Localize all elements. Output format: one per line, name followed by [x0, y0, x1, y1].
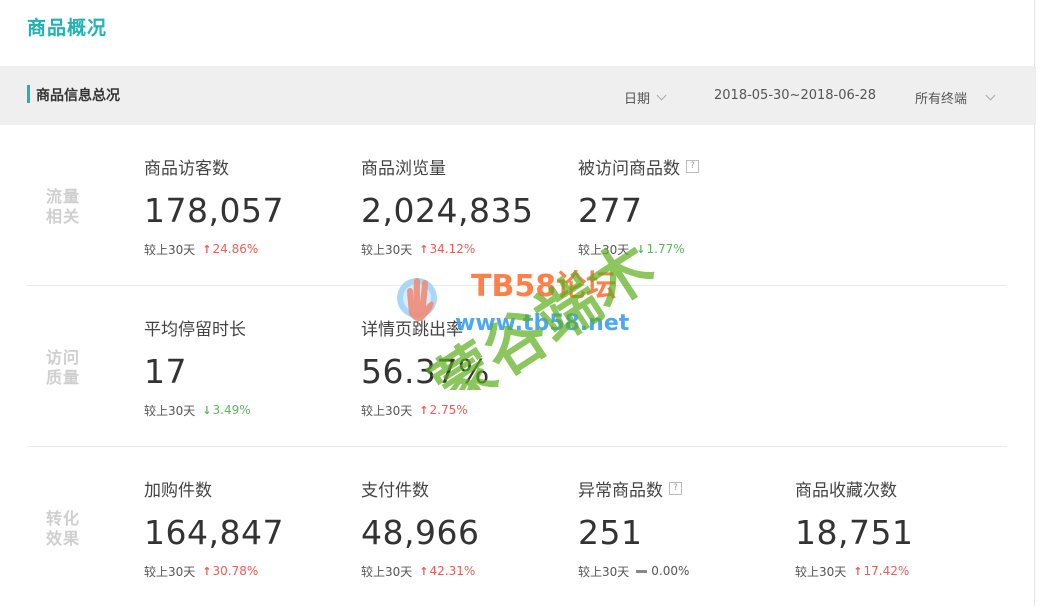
metric-abnormal-products: 异常商品数? 251 较上30天 0.00% — [578, 480, 690, 579]
row-conversion: 转化 效果 加购件数 164,847 较上30天 ↑ 30.78% 支付件数 4… — [0, 447, 1036, 607]
flat-dash-icon — [636, 569, 648, 573]
metric-bounce-rate: 详情页跳出率 56.37% 较上30天 ↑ 2.75% — [361, 319, 490, 418]
metric-pageviews: 商品浏览量 2,024,835 较上30天 ↑ 34.12% — [361, 158, 534, 257]
row-label-traffic: 流量 相关 — [46, 187, 81, 226]
date-filter-label: 日期 — [624, 92, 651, 107]
arrow-down-icon: ↓ — [202, 403, 212, 417]
arrow-up-icon: ↑ — [419, 403, 429, 417]
row-traffic: 流量 相关 商品访客数 178,057 较上30天 ↑ 24.86% 商品浏览量… — [0, 125, 1036, 285]
help-icon[interactable]: ? — [669, 481, 682, 495]
terminal-dropdown[interactable]: 所有终端 — [915, 88, 996, 107]
terminal-label: 所有终端 — [915, 92, 968, 107]
chevron-down-icon — [656, 90, 667, 101]
arrow-up-icon: ↑ — [853, 564, 863, 578]
section-title: 商品信息总况 — [36, 88, 120, 104]
arrow-down-icon: ↓ — [636, 242, 646, 256]
metric-add-to-cart: 加购件数 164,847 较上30天 ↑ 30.78% — [144, 480, 284, 579]
arrow-up-icon: ↑ — [419, 564, 429, 578]
metric-avg-stay: 平均停留时长 17 较上30天 ↓ 3.49% — [144, 319, 251, 418]
date-range-text: 2018-05-30~2018-06-28 — [714, 88, 876, 103]
row-label-conversion: 转化 效果 — [46, 509, 81, 548]
metric-paid-items: 支付件数 48,966 较上30天 ↑ 42.31% — [361, 480, 480, 579]
arrow-up-icon: ↑ — [202, 242, 212, 256]
page-title: 商品概况 — [27, 17, 108, 39]
chevron-down-icon — [985, 90, 996, 101]
date-filter-dropdown[interactable]: 日期 — [624, 88, 667, 107]
row-quality: 访问 质量 平均停留时长 17 较上30天 ↓ 3.49% 详情页跳出率 56.… — [0, 286, 1036, 446]
row-label-quality: 访问 质量 — [46, 348, 81, 387]
metric-favorites: 商品收藏次数 18,751 较上30天 ↑ 17.42% — [795, 480, 914, 579]
metric-visited-products: 被访问商品数? 277 较上30天 ↓ 1.77% — [578, 155, 778, 257]
metric-visitors: 商品访客数 178,057 较上30天 ↑ 24.86% — [144, 158, 284, 257]
section-accent-bar — [27, 85, 30, 103]
help-icon[interactable]: ? — [686, 159, 699, 173]
arrow-up-icon: ↑ — [202, 564, 212, 578]
arrow-up-icon: ↑ — [419, 242, 429, 256]
date-range-picker[interactable]: 2018-05-30~2018-06-28 — [714, 88, 876, 103]
section-header: 商品信息总况 日期 2018-05-30~2018-06-28 所有终端 — [0, 66, 1036, 125]
